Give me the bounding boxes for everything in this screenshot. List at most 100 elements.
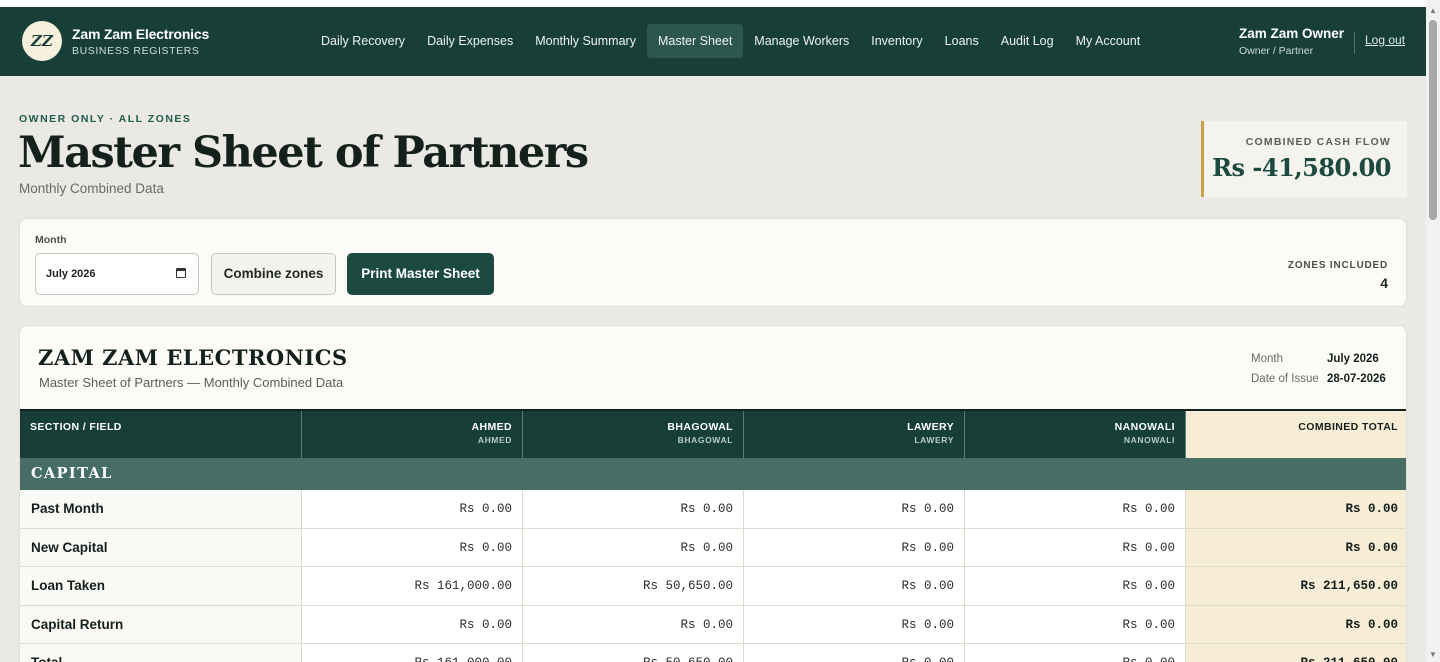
- table-cell: Rs 0.00: [744, 567, 965, 605]
- column-sublabel: LAWERY: [914, 435, 954, 445]
- page-title: Master Sheet of Partners: [18, 128, 589, 178]
- column-header-ahmed: AHMED AHMED: [302, 411, 523, 458]
- top-navbar: ZZ Zam Zam Electronics BUSINESS REGISTER…: [0, 7, 1426, 76]
- combined-total-cell: Rs 211,650.00: [1186, 567, 1406, 605]
- month-input[interactable]: July 2026: [35, 253, 199, 295]
- table-row: Loan Taken Rs 161,000.00 Rs 50,650.00 Rs 0.…: [20, 567, 1406, 606]
- table-cell: Rs 50,650.00: [523, 644, 744, 662]
- meta-value: 28-07-2026: [1327, 373, 1386, 385]
- table-cell: Rs 0.00: [523, 490, 744, 528]
- row-field-label: Loan Taken: [20, 567, 302, 605]
- column-label: SECTION / FIELD: [30, 421, 122, 433]
- scrollbar-thumb[interactable]: [1429, 20, 1437, 220]
- row-field-label: Past Month: [20, 490, 302, 528]
- meta-key: Date of Issue: [1251, 373, 1319, 385]
- column-header-lawery: LAWERY LAWERY: [744, 411, 965, 458]
- cash-flow-label: COMBINED CASH FLOW: [1245, 136, 1391, 148]
- master-sheet-card: ZAM ZAM ELECTRONICS Master Sheet of Part…: [19, 325, 1407, 662]
- cash-flow-value: Rs -41,580.00: [1212, 153, 1391, 182]
- table-row: TotalRs 161,000.00Rs 50,650.00Rs 0.00Rs …: [20, 644, 1406, 662]
- column-label: NANOWALI: [1114, 421, 1175, 433]
- page-eyebrow: OWNER ONLY · ALL ZONES: [19, 113, 192, 125]
- column-header-combined-total: COMBINED TOTAL: [1186, 411, 1406, 458]
- brand-name: Zam Zam Electronics: [72, 26, 210, 42]
- column-label: BHAGOWAL: [667, 421, 733, 433]
- table-cell: Rs 0.00: [965, 528, 1186, 567]
- table-cell: Rs 0.00: [744, 490, 965, 528]
- row-field-label: Total: [20, 644, 302, 662]
- table-cell: Rs 161,000.00: [302, 644, 523, 662]
- nav-item-audit-log[interactable]: Audit Log: [990, 24, 1065, 58]
- nav-item-inventory[interactable]: Inventory: [860, 24, 933, 58]
- company-name: ZAM ZAM ELECTRONICS: [38, 345, 348, 370]
- user-role: Owner / Partner: [1239, 45, 1314, 57]
- top-strip: [0, 0, 1426, 7]
- nav-item-loans[interactable]: Loans: [934, 24, 990, 58]
- zones-included-label: ZONES INCLUDED: [1287, 260, 1388, 271]
- nav-item-my-account[interactable]: My Account: [1065, 24, 1152, 58]
- table-cell: Rs 0.00: [744, 644, 965, 662]
- nav-item-daily-recovery[interactable]: Daily Recovery: [310, 24, 416, 58]
- meta-month: Month July 2026: [1251, 349, 1386, 369]
- combined-total-cell: Rs 211,650.00: [1186, 644, 1406, 662]
- page-subtitle: Monthly Combined Data: [19, 181, 164, 196]
- month-input-value: July 2026: [46, 268, 96, 280]
- table-body: Past Month Rs 0.00 Rs 0.00 Rs 0.00 Rs 0.00 Rs…: [20, 490, 1406, 662]
- table-cell: Rs 0.00: [523, 528, 744, 567]
- page-scrollbar[interactable]: ▲ ▼: [1426, 0, 1440, 662]
- column-label: AHMED: [471, 421, 512, 433]
- nav-item-daily-expenses[interactable]: Daily Expenses: [416, 24, 524, 58]
- row-field-label: Capital Return: [20, 605, 302, 644]
- table-cell: Rs 0.00: [302, 490, 523, 528]
- scroll-up-icon[interactable]: ▲: [1426, 4, 1440, 18]
- table-cell: Rs 0.00: [965, 644, 1186, 662]
- meta-key: Month: [1251, 353, 1283, 365]
- table-header: SECTION / FIELD AHMED AHMED BHAGOWAL BHAGOWA…: [20, 411, 1406, 458]
- controls-card: Month July 2026 Combine zones Print Mast…: [19, 218, 1407, 307]
- column-label: COMBINED TOTAL: [1298, 421, 1398, 433]
- column-header-bhagowal: BHAGOWAL BHAGOWAL: [523, 411, 744, 458]
- brand-subtitle: BUSINESS REGISTERS: [72, 45, 200, 57]
- table-cell: Rs 161,000.00: [302, 567, 523, 605]
- master-sheet-table: SECTION / FIELD AHMED AHMED BHAGOWAL BHAGOWA…: [20, 409, 1406, 662]
- sheet-meta: Month July 2026 Date of Issue 28-07-2026: [1251, 349, 1386, 389]
- table-cell: Rs 0.00: [744, 605, 965, 644]
- column-header-nanowali: NANOWALI NANOWALI: [965, 411, 1186, 458]
- table-cell: Rs 0.00: [302, 605, 523, 644]
- row-field-label: New Capital: [20, 528, 302, 567]
- nav-item-manage-workers[interactable]: Manage Workers: [743, 24, 860, 58]
- table-cell: Rs 0.00: [302, 528, 523, 567]
- month-label: Month: [35, 234, 67, 246]
- meta-date-of-issue: Date of Issue 28-07-2026: [1251, 369, 1386, 389]
- scroll-down-icon[interactable]: ▼: [1426, 648, 1440, 662]
- combined-cash-flow-card: COMBINED CASH FLOW Rs -41,580.00: [1201, 121, 1407, 197]
- table-cell: Rs 0.00: [744, 528, 965, 567]
- logout-link[interactable]: Log out: [1365, 33, 1405, 47]
- section-row-capital: CAPITAL: [20, 458, 1406, 490]
- table-row: Past Month Rs 0.00 Rs 0.00 Rs 0.00 Rs 0.00 Rs…: [20, 490, 1406, 529]
- nav-divider: [1354, 32, 1355, 54]
- column-label: LAWERY: [907, 421, 954, 433]
- calendar-icon[interactable]: [176, 268, 186, 278]
- table-cell: Rs 0.00: [965, 567, 1186, 605]
- table-row: Capital Return Rs 0.00 Rs 0.00 Rs 0.00 Rs 0.…: [20, 605, 1406, 645]
- print-master-sheet-button[interactable]: Print Master Sheet: [347, 253, 494, 295]
- nav-item-monthly-summary[interactable]: Monthly Summary: [524, 24, 647, 58]
- brand-logo[interactable]: ZZ: [22, 21, 62, 61]
- table-cell: Rs 0.00: [965, 605, 1186, 644]
- meta-value: July 2026: [1327, 353, 1379, 365]
- zones-included-value: 4: [1380, 275, 1388, 291]
- column-header-section-field: SECTION / FIELD: [20, 411, 302, 458]
- nav-item-master-sheet[interactable]: Master Sheet: [646, 24, 744, 58]
- table-row: New Capital Rs 0.00 Rs 0.00 Rs 0.00 Rs 0.00 R…: [20, 528, 1406, 568]
- column-sublabel: AHMED: [477, 435, 512, 445]
- sheet-subtitle: Master Sheet of Partners — Monthly Combi…: [39, 375, 344, 390]
- combined-total-cell: Rs 0.00: [1186, 490, 1406, 528]
- table-cell: Rs 0.00: [523, 605, 744, 644]
- combine-zones-button[interactable]: Combine zones: [211, 253, 336, 295]
- user-name: Zam Zam Owner: [1239, 26, 1345, 41]
- combined-total-cell: Rs 0.00: [1186, 605, 1406, 644]
- table-cell: Rs 0.00: [965, 490, 1186, 528]
- combined-total-cell: Rs 0.00: [1186, 528, 1406, 567]
- column-sublabel: BHAGOWAL: [677, 435, 733, 445]
